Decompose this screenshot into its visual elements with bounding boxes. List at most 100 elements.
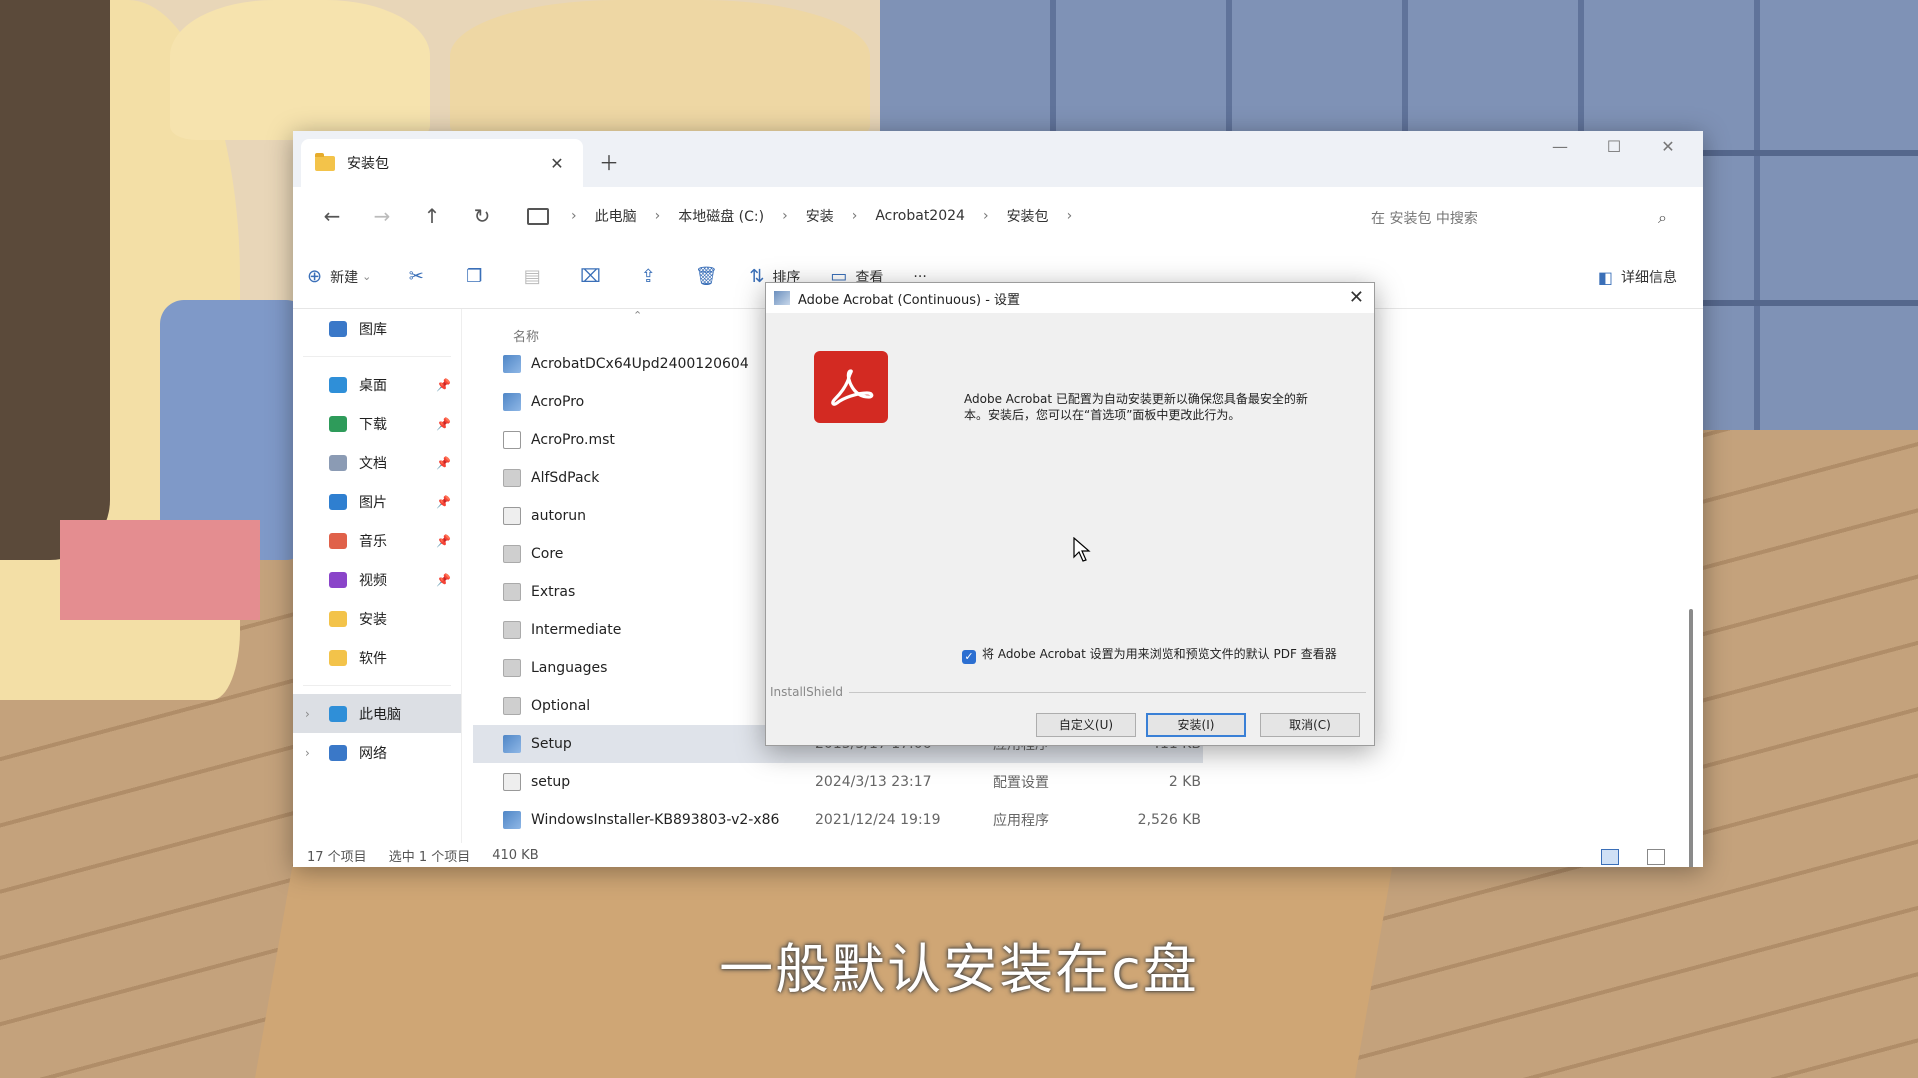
maximize-icon[interactable]: ☐ <box>1587 137 1641 156</box>
installer-app-icon <box>774 291 790 305</box>
expand-chevron-icon[interactable]: › <box>305 707 310 721</box>
mouse-cursor-icon <box>1073 537 1091 562</box>
pin-icon[interactable]: 📌 <box>436 573 451 587</box>
search-icon: ⌕ <box>1658 208 1667 227</box>
sidebar-item[interactable]: 文档 📌 <box>293 443 461 482</box>
up-arrow-icon[interactable]: ↑ <box>407 204 457 228</box>
plus-circle-icon: ⊕ <box>307 266 323 287</box>
file-name: WindowsInstaller-KB893803-v2-x86 <box>531 812 780 828</box>
back-arrow-icon[interactable]: ← <box>307 204 357 228</box>
dialog-close-icon[interactable]: ✕ <box>1349 287 1364 308</box>
sidebar-item[interactable]: 下载 📌 <box>293 404 461 443</box>
breadcrumb-this-pc[interactable]: 此电脑 <box>585 206 647 226</box>
share-icon[interactable]: ⇪ <box>633 266 663 287</box>
pin-icon[interactable]: 📌 <box>436 534 451 548</box>
sidebar-item-icon <box>329 454 347 471</box>
chevron-right-icon[interactable]: › <box>975 208 997 224</box>
file-icon <box>503 355 521 373</box>
sidebar-item[interactable]: 安装 <box>293 599 461 638</box>
file-icon <box>503 697 521 715</box>
chevron-down-icon: ⌄ <box>362 270 372 283</box>
file-date: 2024/3/13 23:17 <box>815 774 932 790</box>
background-character-hair <box>0 0 110 560</box>
minimize-icon[interactable]: — <box>1533 137 1587 156</box>
sidebar-item[interactable]: 桌面 📌 <box>293 365 461 404</box>
sidebar-item[interactable]: 软件 <box>293 638 461 677</box>
search-placeholder: 在 安装包 中搜索 <box>1371 211 1478 227</box>
status-bar: 17 个项目 选中 1 个项目 410 KB <box>293 843 1703 867</box>
breadcrumb-install[interactable]: 安装 <box>796 206 844 226</box>
installshield-label: InstallShield <box>770 685 844 699</box>
details-pane-icon: ◧ <box>1597 267 1613 287</box>
expand-chevron-icon[interactable]: › <box>305 746 310 760</box>
pin-icon[interactable]: 📌 <box>436 456 451 470</box>
vertical-scrollbar[interactable] <box>1689 609 1693 867</box>
pin-icon[interactable]: 📌 <box>436 417 451 431</box>
pin-icon[interactable]: 📌 <box>436 495 451 509</box>
details-pane-button[interactable]: ◧ 详细信息 <box>1598 267 1677 287</box>
sidebar-item-label: 安装 <box>359 611 387 628</box>
delete-icon[interactable]: 🗑 <box>691 266 721 287</box>
chevron-right-icon[interactable]: › <box>1059 208 1081 224</box>
close-window-icon[interactable]: ✕ <box>1641 137 1695 156</box>
video-subtitle: 一般默认安装在c盘 <box>719 938 1199 1001</box>
column-name-header[interactable]: 名称 <box>513 326 539 345</box>
search-input[interactable]: 在 安装包 中搜索 ⌕ <box>1359 199 1679 237</box>
new-tab-icon[interactable]: ＋ <box>599 147 619 176</box>
sidebar-item[interactable]: 图片 📌 <box>293 482 461 521</box>
sidebar-item[interactable]: › 网络 <box>293 733 461 772</box>
details-view-icon[interactable] <box>1601 849 1619 865</box>
sidebar-item[interactable]: 视频 📌 <box>293 560 461 599</box>
refresh-icon[interactable]: ↻ <box>457 204 507 228</box>
background-character <box>170 0 430 140</box>
breadcrumb-install-package[interactable]: 安装包 <box>997 206 1059 226</box>
sidebar-item[interactable]: 图库 <box>293 309 461 348</box>
sidebar-item-label: 下载 <box>359 416 387 433</box>
computer-icon <box>527 207 549 225</box>
customize-button[interactable]: 自定义(U) <box>1036 713 1136 737</box>
file-icon <box>503 507 521 525</box>
file-icon <box>503 431 521 449</box>
tiles-view-icon[interactable] <box>1647 849 1665 865</box>
rename-icon[interactable]: ⌧ <box>575 266 605 287</box>
sidebar-item-icon <box>329 571 347 588</box>
file-size: 2,526 KB <box>1137 812 1201 828</box>
chevron-right-icon[interactable]: › <box>844 208 866 224</box>
sidebar-item-label: 音乐 <box>359 533 387 550</box>
sidebar-item[interactable]: 音乐 📌 <box>293 521 461 560</box>
breadcrumb-acrobat2024[interactable]: Acrobat2024 <box>865 208 975 224</box>
breadcrumb[interactable]: › 此电脑 › 本地磁盘 (C:) › 安装 › Acrobat2024 › 安… <box>521 197 1080 235</box>
chevron-right-icon[interactable]: › <box>647 208 669 224</box>
file-row[interactable]: setup 2024/3/13 23:17 配置设置 2 KB <box>473 763 1673 801</box>
chevron-right-icon[interactable]: › <box>774 208 796 224</box>
paste-icon[interactable]: ▤ <box>517 266 547 287</box>
file-type: 应用程序 <box>993 813 1049 829</box>
cut-icon[interactable]: ✂ <box>401 266 431 287</box>
sidebar-item-label: 此电脑 <box>359 706 401 723</box>
close-tab-icon[interactable]: ✕ <box>545 154 569 173</box>
acrobat-logo-icon <box>814 351 888 423</box>
new-button[interactable]: ⊕ 新建 ⌄ <box>307 266 371 287</box>
sidebar-divider <box>303 685 451 686</box>
sidebar-item-icon <box>329 744 347 761</box>
default-pdf-viewer-option[interactable]: ✓ 将 Adobe Acrobat 设置为用来浏览和预览文件的默认 PDF 查看… <box>962 647 1362 664</box>
file-name: setup <box>531 774 571 790</box>
cancel-button[interactable]: 取消(C) <box>1260 713 1360 737</box>
chevron-right-icon[interactable]: › <box>563 208 585 224</box>
breadcrumb-local-disk[interactable]: 本地磁盘 (C:) <box>668 206 774 226</box>
forward-arrow-icon[interactable]: → <box>357 204 407 228</box>
sidebar-item[interactable]: › 此电脑 <box>293 694 461 733</box>
sidebar-item-icon <box>329 610 347 627</box>
tab-install-package[interactable]: 安装包 ✕ <box>301 139 583 187</box>
file-date: 2021/12/24 19:19 <box>815 812 941 828</box>
dialog-title: Adobe Acrobat (Continuous) - 设置 <box>798 292 1021 308</box>
sidebar-item-label: 图库 <box>359 321 387 338</box>
checkbox-checked-icon[interactable]: ✓ <box>962 650 976 664</box>
sidebar-item-icon <box>329 376 347 393</box>
file-row[interactable]: WindowsInstaller-KB893803-v2-x86 2021/12/… <box>473 801 1673 839</box>
pin-icon[interactable]: 📌 <box>436 378 451 392</box>
install-button[interactable]: 安装(I) <box>1146 713 1246 737</box>
navigation-pane: 图库 桌面 📌 下载 📌 文档 📌 图片 📌 音乐 📌 视频 📌 安装 软件 › 此电脑 › 网络 <box>293 309 462 843</box>
copy-icon[interactable]: ❐ <box>459 266 489 287</box>
tab-title: 安装包 <box>347 156 389 172</box>
